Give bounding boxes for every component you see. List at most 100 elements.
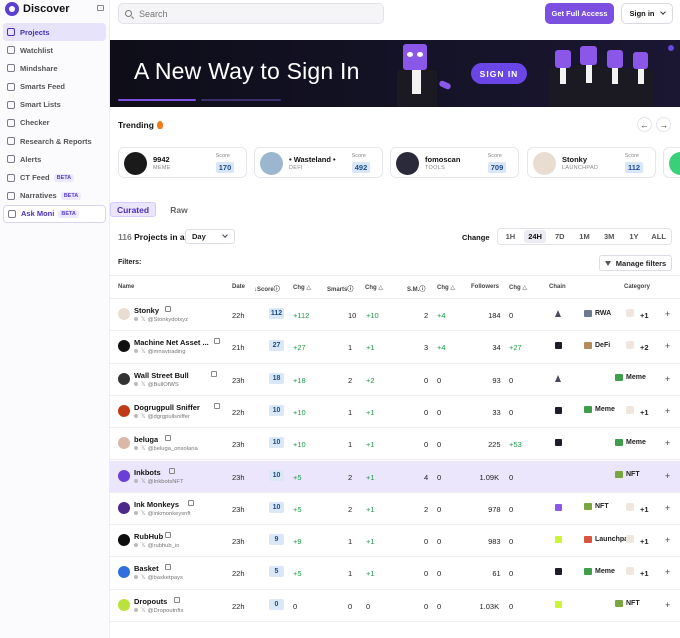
more-categories[interactable]: +2	[640, 343, 649, 352]
add-watchlist-button[interactable]: +	[665, 600, 670, 610]
project-name[interactable]: Machine Net Asset ...	[134, 338, 209, 347]
project-handle[interactable]: 𝕏 @beluga_onsolana	[134, 446, 198, 452]
category-pill[interactable]: Meme	[584, 565, 615, 577]
project-handle[interactable]: 𝕏 @inkmonkeysnft	[134, 510, 191, 517]
search-bar[interactable]	[118, 3, 384, 24]
copy-icon[interactable]	[169, 467, 176, 474]
category-pill[interactable]: NFT	[584, 501, 609, 513]
project-name[interactable]: Dropouts	[134, 597, 167, 606]
sidebar-item-narratives[interactable]: Narratives BETA	[3, 187, 106, 205]
table-row[interactable]: Dogrugpull Sniffer 𝕏 @dgrgpullsniffer 22h 10…	[110, 396, 680, 429]
more-categories[interactable]: +1	[640, 408, 649, 417]
more-categories[interactable]: +1	[640, 569, 649, 578]
copy-icon[interactable]	[164, 435, 171, 442]
range-1h[interactable]: 1H	[499, 230, 522, 243]
category-pill[interactable]: RWA	[584, 307, 611, 319]
col-chg-smarts[interactable]: Chg △	[365, 284, 383, 291]
sidebar-item-research-reports[interactable]: Research & Reports	[3, 132, 106, 150]
range-3m[interactable]: 3M	[598, 230, 621, 243]
sidebar-item-smart-lists[interactable]: Smart Lists	[3, 96, 106, 114]
project-handle[interactable]: 𝕏 @mnavtrading	[134, 349, 185, 355]
category-pill[interactable]: Meme	[584, 404, 615, 416]
category-pill[interactable]: Meme	[615, 372, 646, 384]
copy-icon[interactable]	[214, 338, 220, 345]
more-categories[interactable]: +1	[640, 505, 649, 514]
sidebar-item-smarts-feed[interactable]: Smarts Feed	[3, 78, 106, 96]
copy-icon[interactable]	[210, 370, 217, 377]
sidebar-item-projects[interactable]: Projects	[3, 23, 106, 41]
banner-progress-active[interactable]	[118, 99, 196, 101]
collapse-sidebar-icon[interactable]	[97, 5, 104, 11]
copy-icon[interactable]	[187, 499, 194, 506]
trending-card[interactable]: 9942 MEME Score 170	[118, 147, 247, 178]
copy-icon[interactable]	[164, 564, 171, 571]
add-watchlist-button[interactable]: +	[665, 503, 670, 513]
add-watchlist-button[interactable]: +	[665, 406, 670, 416]
tab-raw[interactable]: Raw	[164, 202, 194, 217]
col-chg-followers[interactable]: Chg △	[509, 284, 527, 291]
project-name[interactable]: Dogrugpull Sniffer	[134, 403, 200, 412]
range-7d[interactable]: 7D	[548, 230, 571, 243]
trending-card-partial[interactable]	[663, 147, 680, 178]
project-name[interactable]: beluga	[134, 435, 158, 444]
search-input[interactable]	[139, 8, 359, 19]
trending-card[interactable]: Stonky LAUNCHPAD Score 112	[527, 147, 656, 178]
col-followers[interactable]: Followers	[471, 284, 499, 290]
sidebar-item-ask-moni[interactable]: Ask Moni BETA	[3, 204, 106, 223]
col-sm[interactable]: S.M.ⓘ	[407, 284, 425, 293]
add-watchlist-button[interactable]: +	[665, 309, 670, 319]
add-watchlist-button[interactable]: +	[665, 567, 670, 577]
table-row[interactable]: Dropouts 𝕏 @Dropoutnfts 22h 0 0 0 0 0 0 1.03K 0 NFT +	[110, 590, 680, 622]
table-row[interactable]: RubHub 𝕏 @rubhub_io 23h 9 +9 1 +1 0 0 983 0 Launchpa…	[110, 525, 680, 558]
project-handle[interactable]: 𝕏 @InkbotsNFT	[134, 478, 184, 485]
col-name[interactable]: Name	[118, 284, 134, 290]
category-pill[interactable]: DeFi	[584, 339, 610, 351]
more-categories[interactable]: +1	[640, 537, 649, 546]
project-handle[interactable]: 𝕏 @Dropoutnfts	[134, 607, 184, 614]
col-score[interactable]: ↓Scoreⓘ	[254, 284, 280, 293]
trending-card[interactable]: fomoscan TOOLS Score 709	[390, 147, 519, 178]
copy-icon[interactable]	[173, 596, 180, 603]
logo[interactable]: Discover	[5, 2, 69, 16]
range-24h[interactable]: 24H	[523, 230, 547, 243]
copy-icon[interactable]	[214, 402, 220, 409]
add-watchlist-button[interactable]: +	[665, 535, 670, 545]
col-chg-score[interactable]: Chg △	[293, 284, 311, 291]
table-row[interactable]: Ink Monkeys 𝕏 @inkmonkeysnft 23h 10 +5 2 +1 2 0 97…	[110, 493, 680, 526]
add-watchlist-button[interactable]: +	[665, 341, 670, 351]
project-handle[interactable]: 𝕏 @BullOfWS	[134, 381, 179, 388]
project-handle[interactable]: 𝕏 @Stonkydotxyz	[134, 317, 188, 323]
sign-in-banner[interactable]: A New Way to Sign In SIGN IN	[110, 40, 680, 107]
copy-icon[interactable]	[164, 532, 171, 539]
get-full-access-button[interactable]: Get Full Access	[545, 3, 614, 24]
project-name[interactable]: Wall Street Bull	[134, 371, 189, 380]
table-row[interactable]: Wall Street Bull 𝕏 @BullOfWS 23h 18 +18 2 +2 0 0 9…	[110, 364, 680, 396]
range-all[interactable]: ALL	[647, 230, 670, 243]
sidebar-item-alerts[interactable]: Alerts	[3, 150, 106, 168]
add-watchlist-button[interactable]: +	[665, 374, 670, 384]
col-smarts[interactable]: Smartsⓘ	[327, 284, 353, 293]
project-name[interactable]: RubHub	[134, 532, 163, 541]
more-categories[interactable]: +1	[640, 311, 649, 320]
trending-prev-button[interactable]: ←	[637, 117, 652, 132]
table-row[interactable]: Stonky 𝕏 @Stonkydotxyz 22h 112 +112 10 +10 2 +4 18…	[110, 299, 680, 332]
copy-icon[interactable]	[164, 306, 171, 312]
banner-progress-next[interactable]	[201, 99, 281, 101]
tab-curated[interactable]: Curated	[110, 202, 156, 217]
category-pill[interactable]: NFT	[615, 598, 640, 610]
manage-filters-button[interactable]: Manage filters	[599, 255, 672, 271]
sidebar-item-ct-feed[interactable]: CT Feed BETA	[3, 169, 106, 187]
sidebar-item-checker[interactable]: Checker	[3, 114, 106, 132]
project-handle[interactable]: 𝕏 @basketpays	[134, 575, 183, 581]
table-row[interactable]: Machine Net Asset ... 𝕏 @mnavtrading 21h 27 +…	[110, 331, 680, 364]
category-pill[interactable]: NFT	[615, 469, 640, 481]
add-watchlist-button[interactable]: +	[665, 438, 670, 448]
sign-in-dropdown[interactable]: Sign in	[621, 3, 673, 24]
sidebar-item-watchlist[interactable]: Watchlist	[3, 41, 106, 59]
trending-card[interactable]: • Wasteland • DEFI Score 492	[254, 147, 383, 178]
project-name[interactable]: Basket	[134, 564, 159, 573]
category-pill[interactable]: Meme	[615, 436, 646, 448]
table-row[interactable]: Basket 𝕏 @basketpays 22h 5 +5 1 +1 0 0 61 0 Meme +1 +	[110, 557, 680, 590]
add-watchlist-button[interactable]: +	[665, 471, 670, 481]
table-row[interactable]: beluga 𝕏 @beluga_onsolana 23h 10 +10 1 +1 0 0 225 +…	[110, 428, 680, 461]
